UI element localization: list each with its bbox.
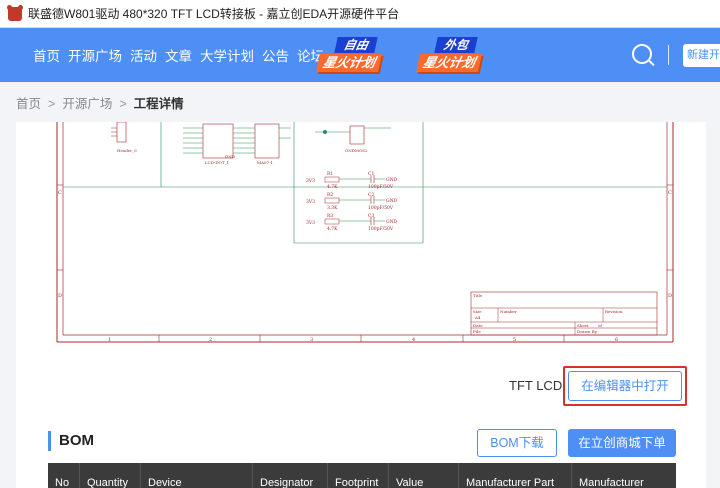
border-letter: C bbox=[58, 190, 62, 196]
component-label: GND bbox=[386, 198, 398, 204]
title-block-label: Title bbox=[473, 293, 483, 298]
component-label: LCD-DOT_1 bbox=[205, 160, 229, 165]
border-number: 2 bbox=[209, 337, 212, 343]
board-name-label: TFT LCD bbox=[509, 378, 563, 393]
nav-link-open-source-square[interactable]: 开源广场 bbox=[68, 45, 122, 65]
component-label: 4.7K bbox=[327, 226, 338, 232]
title-block-value: of bbox=[598, 323, 602, 328]
component-label: 100pF/50V bbox=[368, 184, 394, 190]
nav-divider bbox=[668, 45, 669, 65]
component-label: 3V3 bbox=[306, 220, 315, 226]
component-label: GND bbox=[225, 154, 235, 159]
column-header-manufacturer[interactable]: Manufacturer bbox=[572, 463, 676, 488]
open-in-editor-button[interactable]: 在编辑器中打开 bbox=[568, 371, 682, 401]
component-label: C1 bbox=[368, 171, 374, 177]
component-label: MA07-1 bbox=[257, 160, 273, 165]
column-header-manufacturer-part[interactable]: Manufacturer Part bbox=[459, 463, 572, 488]
search-icon[interactable] bbox=[632, 44, 652, 64]
nav-link-activities[interactable]: 活动 bbox=[130, 45, 157, 65]
border-letter: C bbox=[668, 190, 672, 196]
border-number: 3 bbox=[310, 337, 313, 343]
component-label: GND bbox=[386, 219, 398, 225]
new-project-button[interactable]: 新建开 bbox=[683, 44, 720, 67]
title-block-label: Date bbox=[473, 323, 483, 328]
title-block-label: Revision bbox=[605, 309, 623, 314]
column-header-quantity[interactable]: Quantity bbox=[80, 463, 141, 488]
component-label: 100pF/50V bbox=[368, 226, 394, 232]
nav-links: 首页 开源广场 活动 文章 大学计划 公告 论坛 bbox=[33, 45, 332, 65]
component-label: 3V3 bbox=[306, 199, 315, 205]
window-titlebar: 联盛德W801驱动 480*320 TFT LCD转接板 - 嘉立创EDA开源硬… bbox=[0, 0, 720, 28]
component-label: 3.3K bbox=[327, 205, 338, 211]
bom-download-button[interactable]: BOM下载 bbox=[477, 429, 557, 457]
nav-link-university-program[interactable]: 大学计划 bbox=[200, 45, 254, 65]
component-label: R1 bbox=[327, 171, 333, 177]
component-label: 100pF/50V bbox=[368, 205, 394, 211]
column-header-no[interactable]: No bbox=[48, 463, 80, 488]
border-number: 6 bbox=[615, 337, 618, 343]
column-header-footprint[interactable]: Footprint bbox=[328, 463, 389, 488]
component-label: GND bbox=[386, 177, 398, 183]
component-label: C2 bbox=[368, 192, 374, 198]
project-detail-card: C C D D 1 2 3 4 5 6 Header_9 LCD-DOT_1 M… bbox=[16, 122, 706, 488]
promo-banner-outsource-spark[interactable]: 外包 星火计划 bbox=[416, 37, 484, 73]
column-header-designator[interactable]: Designator bbox=[253, 463, 328, 488]
component-label: Header_9 bbox=[117, 148, 137, 153]
component-label: 4.7K bbox=[327, 184, 338, 190]
component-label: GNDMOS2 bbox=[345, 148, 368, 153]
title-block-label: File bbox=[473, 329, 481, 334]
schematic-preview[interactable]: C C D D 1 2 3 4 5 6 Header_9 LCD-DOT_1 M… bbox=[55, 122, 676, 347]
title-block-label: Sheet bbox=[577, 323, 589, 328]
promo-banner-text: 星火计划 bbox=[416, 54, 482, 72]
column-header-value[interactable]: Value bbox=[389, 463, 459, 488]
component-label: R2 bbox=[327, 192, 333, 198]
component-label: R3 bbox=[327, 213, 333, 219]
breadcrumb-open-source-square[interactable]: 开源广场 bbox=[62, 97, 112, 111]
breadcrumb-separator: > bbox=[48, 97, 56, 111]
promo-banner-text: 星火计划 bbox=[316, 54, 382, 72]
bom-table-header: No Quantity Device Designator Footprint … bbox=[48, 463, 676, 488]
window-title: 联盛德W801驱动 480*320 TFT LCD转接板 - 嘉立创EDA开源硬… bbox=[28, 7, 400, 21]
component-label: C3 bbox=[368, 213, 374, 219]
promo-banner-tag: 外包 bbox=[434, 37, 478, 53]
promo-banner-tag: 自由 bbox=[334, 37, 378, 53]
border-letter: D bbox=[668, 293, 672, 299]
breadcrumb: 首页 > 开源广场 > 工程详情 bbox=[16, 93, 184, 112]
nav-link-announcements[interactable]: 公告 bbox=[262, 45, 289, 65]
title-block-label: Number bbox=[500, 309, 517, 314]
nav-link-articles[interactable]: 文章 bbox=[165, 45, 192, 65]
order-at-lcsc-button[interactable]: 在立创商城下单 bbox=[568, 429, 676, 457]
open-in-editor-highlight: 在编辑器中打开 bbox=[563, 366, 687, 406]
title-block-value: A4 bbox=[474, 315, 481, 320]
border-number: 1 bbox=[108, 337, 111, 343]
border-number: 4 bbox=[412, 337, 415, 343]
title-block-label: Size bbox=[473, 309, 482, 314]
promo-banner-free-spark[interactable]: 自由 星火计划 bbox=[316, 37, 384, 73]
breadcrumb-home[interactable]: 首页 bbox=[16, 97, 41, 111]
schematic-title-block: Title Size A4 Number Revision Date File … bbox=[470, 291, 658, 336]
breadcrumb-current: 工程详情 bbox=[133, 97, 184, 111]
breadcrumb-separator: > bbox=[119, 97, 127, 111]
bom-section-title: BOM bbox=[48, 431, 94, 451]
top-navbar: 首页 开源广场 活动 文章 大学计划 公告 论坛 自由 星火计划 外包 星火计划… bbox=[0, 28, 720, 82]
app-logo-icon bbox=[7, 4, 23, 21]
component-label: 3V3 bbox=[306, 178, 315, 184]
nav-link-home[interactable]: 首页 bbox=[33, 45, 60, 65]
column-header-device[interactable]: Device bbox=[141, 463, 253, 488]
title-block-label: Drawn By bbox=[577, 329, 598, 334]
border-number: 5 bbox=[513, 337, 516, 343]
border-letter: D bbox=[58, 293, 62, 299]
